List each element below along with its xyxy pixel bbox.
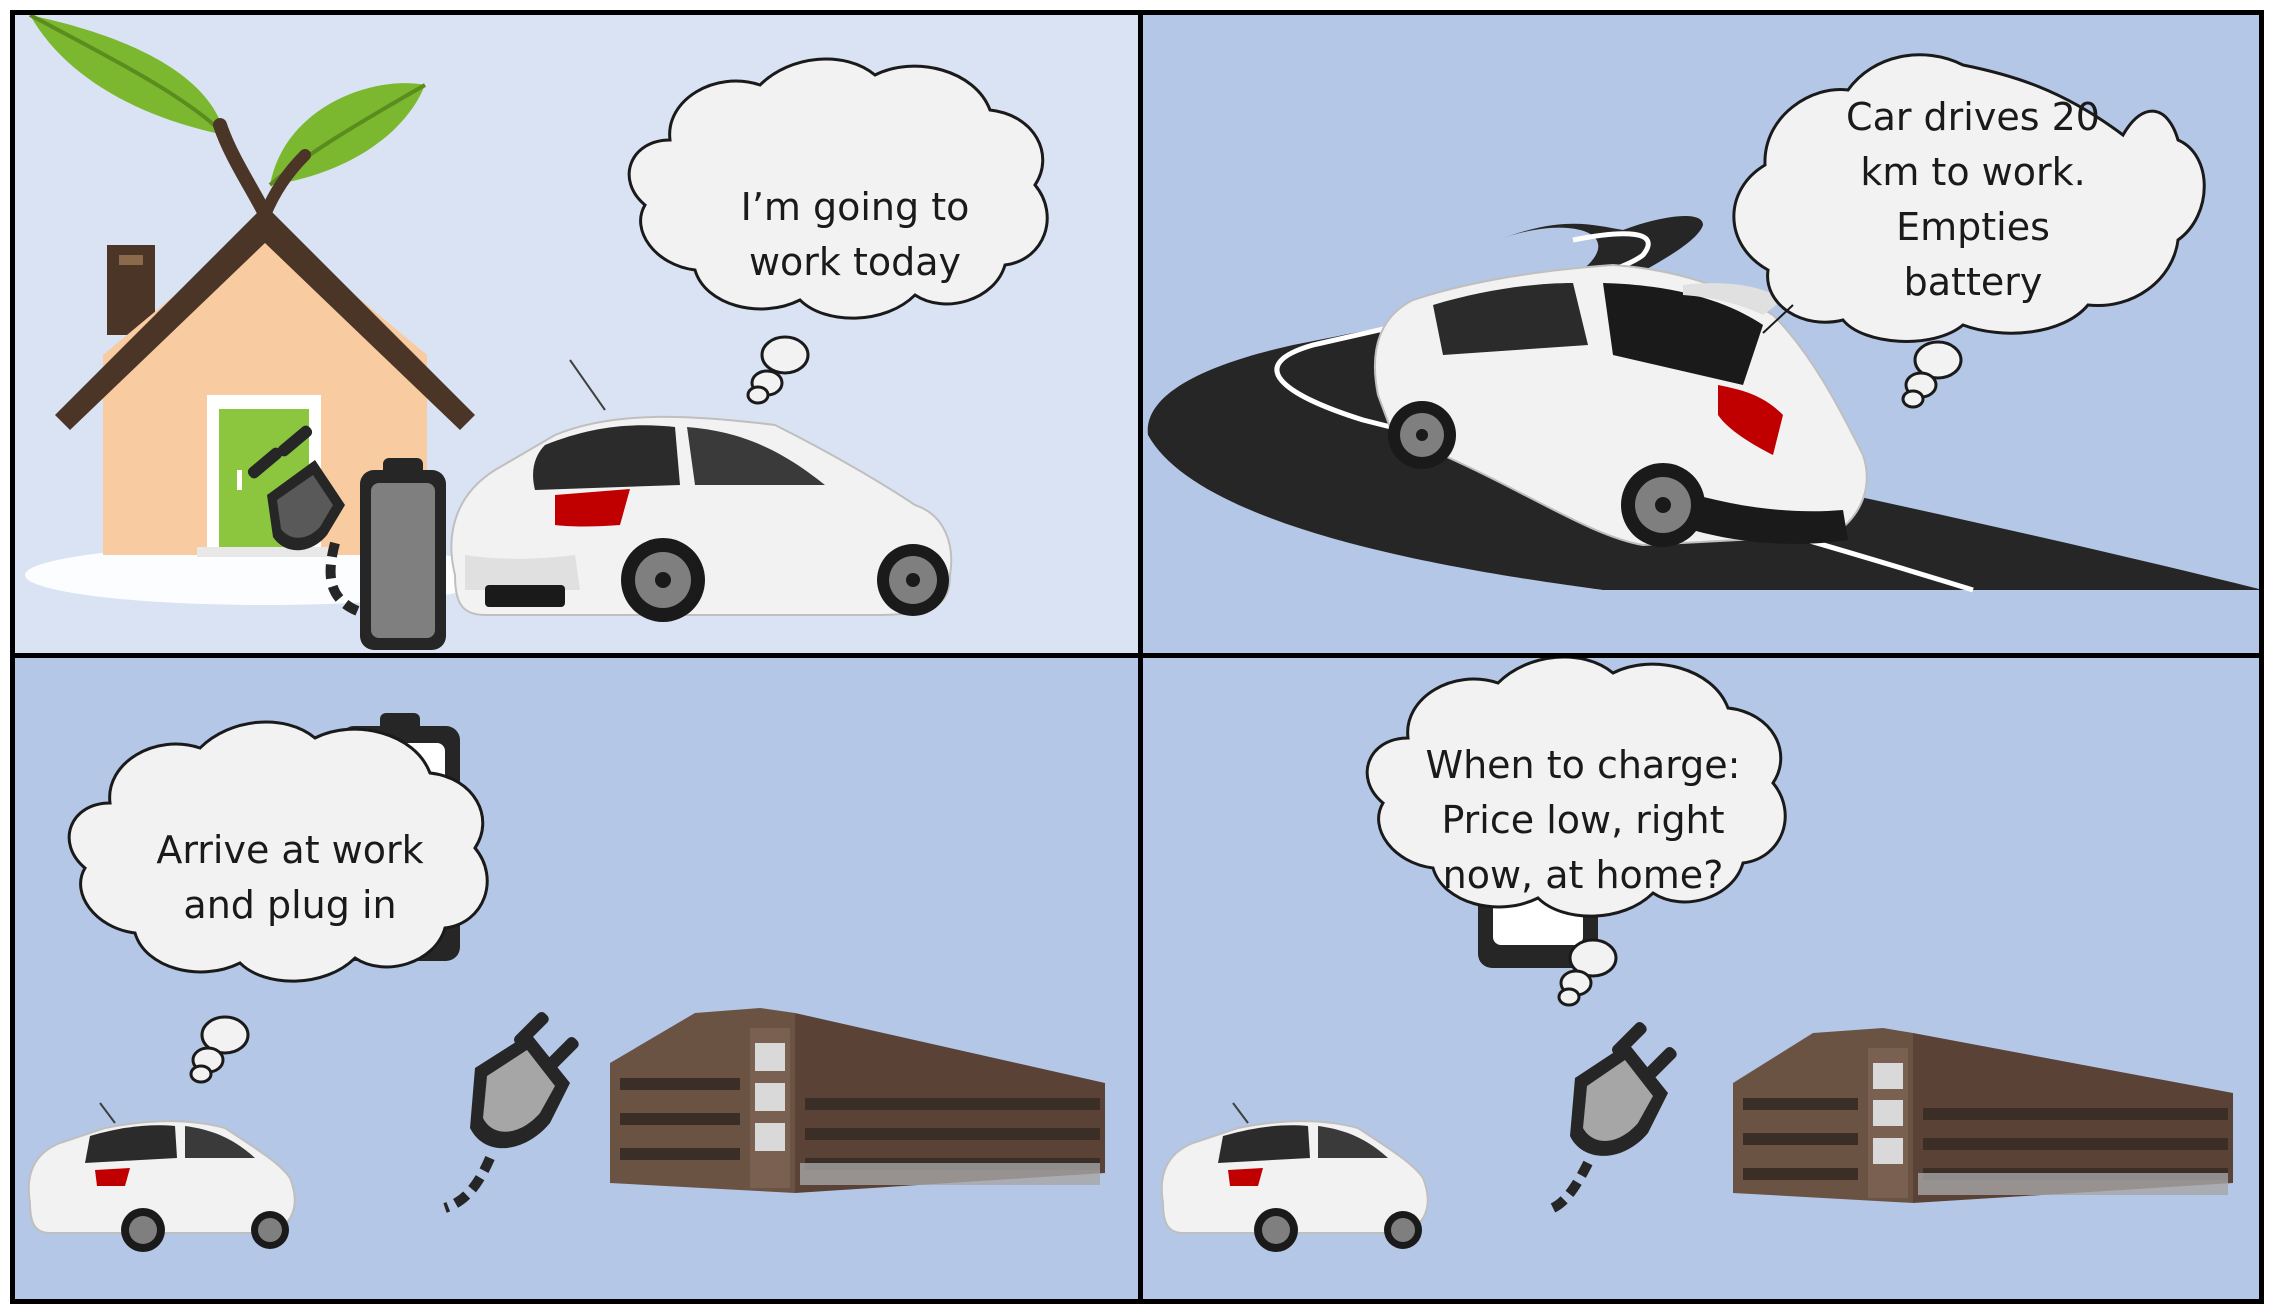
work-scene <box>27 713 1105 1252</box>
office-building-icon <box>610 1008 1105 1193</box>
office-building-icon <box>1733 1028 2233 1203</box>
battery-icon <box>360 458 446 650</box>
panel-home: I’m going to work today <box>10 10 1143 658</box>
thought-line: km to work. <box>1860 150 2086 194</box>
panel-charge-decision: When to charge: Price low, right now, at… <box>1138 653 2264 1304</box>
thought-text: When to charge: Price low, right now, at… <box>1388 738 1778 903</box>
panel-road: Car drives 20 km to work. Empties batter… <box>1138 10 2264 658</box>
comic-strip: I’m going to work today Car drives 20 km… <box>0 0 2274 1314</box>
thought-line: I’m going to <box>740 185 970 229</box>
thought-text: Car drives 20 km to work. Empties batter… <box>1783 90 2163 310</box>
car-icon <box>450 359 953 622</box>
thought-text: Arrive at work and plug in <box>115 823 465 933</box>
thought-line: Arrive at work <box>156 828 424 872</box>
thought-line: When to charge: <box>1425 743 1741 787</box>
thought-line: battery <box>1903 260 2043 304</box>
home-scene <box>25 15 1049 650</box>
thought-line: Price low, right <box>1441 798 1725 842</box>
thought-line: Car drives 20 <box>1846 95 2100 139</box>
plug-icon <box>443 1011 579 1213</box>
thought-line: work today <box>748 240 962 284</box>
panel-work-arrival: Arrive at work and plug in <box>10 653 1143 1304</box>
thought-text: I’m going to work today <box>675 180 1035 290</box>
car-icon <box>27 1102 296 1252</box>
plug-icon <box>1550 1021 1677 1213</box>
thought-line: and plug in <box>183 883 397 927</box>
thought-line: Empties <box>1896 205 2050 249</box>
car-icon <box>1160 1102 1429 1252</box>
thought-line: now, at home? <box>1442 853 1724 897</box>
plant-leaves-icon <box>29 15 426 221</box>
